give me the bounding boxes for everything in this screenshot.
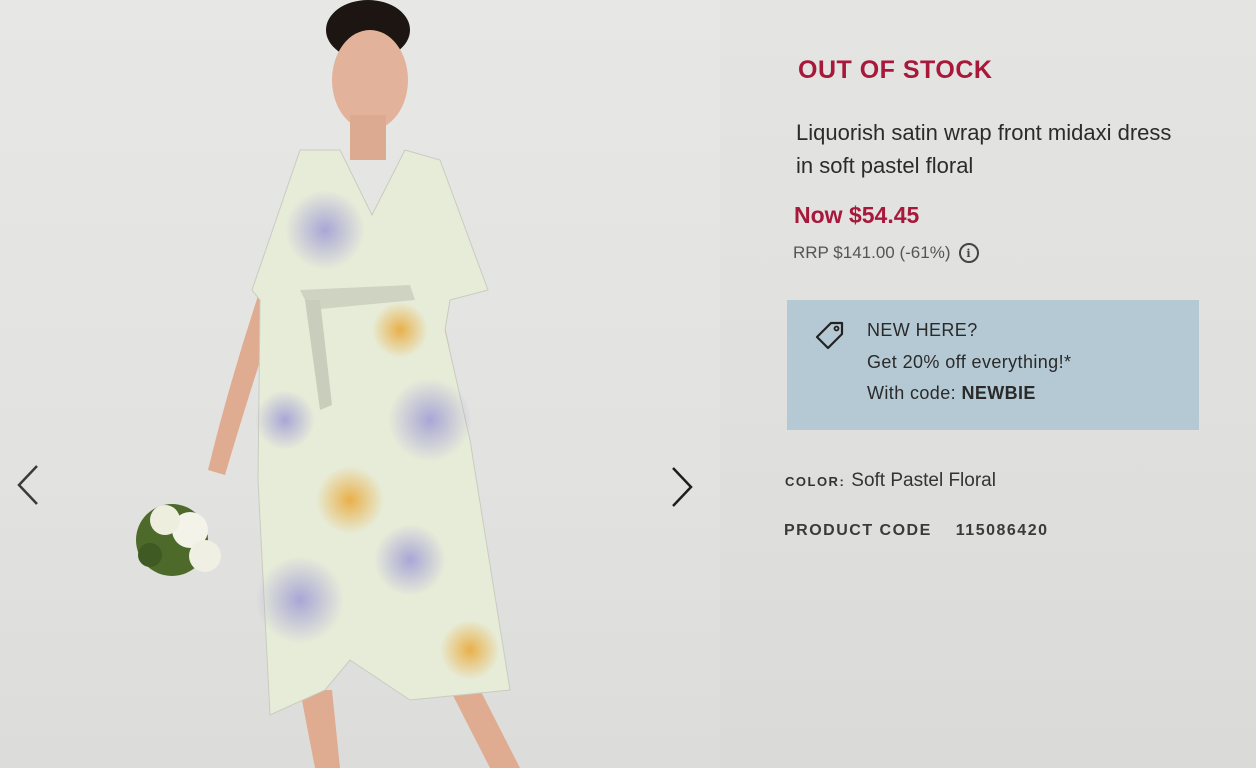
product-photo — [136, 0, 520, 768]
product-code-attribute: PRODUCT CODE 115086420 — [784, 522, 1048, 540]
info-icon[interactable]: i — [958, 243, 979, 263]
color-label: COLOR: — [785, 474, 846, 489]
rrp-price-row: RRP $141.00 (-61%) i — [793, 243, 979, 263]
product-code-label: PRODUCT CODE — [784, 522, 932, 539]
chevron-left-icon — [17, 465, 38, 505]
product-title: Liquorish satin wrap front midaxi dress … — [796, 120, 1172, 178]
promo-code-prefix: With code: — [867, 383, 962, 403]
promo-heading: NEW HERE? — [867, 320, 978, 340]
rrp-price: RRP $141.00 (-61%) — [793, 243, 951, 262]
current-price: Now $54.45 — [794, 202, 920, 228]
next-image-button[interactable] — [662, 462, 702, 512]
product-details-panel: OUT OF STOCK Liquorish satin wrap front … — [720, 0, 1256, 768]
chevron-right-icon — [672, 467, 693, 507]
product-code-value: 115086420 — [955, 522, 1049, 539]
color-attribute: COLOR: Soft Pastel Floral — [785, 470, 996, 492]
color-value: Soft Pastel Floral — [851, 470, 996, 491]
promo-offer: Get 20% off everything!* — [867, 352, 1072, 372]
stock-status: OUT OF STOCK — [798, 56, 993, 84]
promo-code-line: With code: NEWBIE — [867, 383, 1036, 404]
product-image-gallery — [0, 0, 720, 768]
promo-code: NEWBIE — [961, 383, 1036, 403]
new-customer-promo: NEW HERE? Get 20% off everything!* With … — [787, 300, 1199, 430]
previous-image-button[interactable] — [8, 460, 48, 510]
tag-icon — [815, 321, 844, 350]
